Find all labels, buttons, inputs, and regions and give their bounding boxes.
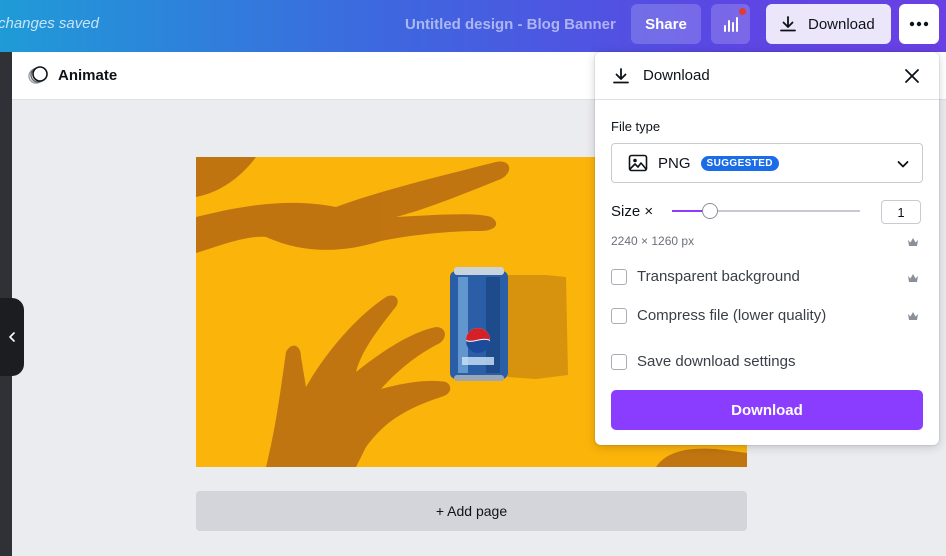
option-label: Save download settings <box>637 353 796 370</box>
animate-label: Animate <box>58 66 118 84</box>
chevron-down-icon <box>897 161 909 168</box>
dimensions-text: 2240 × 1260 px <box>611 234 695 248</box>
file-type-value: PNG <box>658 154 691 172</box>
size-slider[interactable] <box>672 203 860 219</box>
size-label: Size × <box>611 203 654 220</box>
more-button[interactable] <box>899 4 939 44</box>
suggested-badge: SUGGESTED <box>700 155 779 171</box>
checkbox[interactable] <box>611 353 627 370</box>
notification-dot <box>739 8 746 15</box>
option-compress-file[interactable]: Compress file (lower quality) <box>611 307 826 324</box>
crown-icon <box>908 238 918 246</box>
download-panel-header: Download <box>595 52 939 100</box>
checkbox[interactable] <box>611 307 627 324</box>
crown-icon <box>908 312 918 320</box>
size-input[interactable]: 1 <box>881 200 921 224</box>
add-page-button[interactable]: + Add page <box>196 491 747 531</box>
share-button[interactable]: Share <box>631 4 701 44</box>
bar-chart-icon <box>723 17 738 32</box>
size-slider-thumb[interactable] <box>701 203 718 219</box>
animate-icon <box>28 66 48 84</box>
option-label: Compress file (lower quality) <box>637 307 827 324</box>
save-status: changes saved <box>0 15 99 32</box>
download-icon <box>613 67 629 83</box>
top-bar: changes saved Untitled design - Blog Ban… <box>0 0 946 52</box>
option-save-settings[interactable]: Save download settings <box>611 353 795 370</box>
animate-button[interactable]: Animate <box>27 65 117 85</box>
file-type-label: File type <box>611 119 661 134</box>
download-top-label: Download <box>808 15 875 33</box>
document-title[interactable]: Untitled design - Blog Banner <box>405 16 616 33</box>
insights-button[interactable] <box>711 4 750 44</box>
crown-icon <box>908 274 918 282</box>
download-icon <box>780 16 796 32</box>
download-panel: Download File type PNG SUGGESTED Size × … <box>595 52 939 445</box>
close-icon[interactable] <box>903 67 921 85</box>
more-icon <box>909 21 929 27</box>
checkbox[interactable] <box>611 268 627 285</box>
collapse-panel-handle[interactable] <box>0 298 24 376</box>
download-button[interactable]: Download <box>611 390 923 430</box>
image-icon <box>628 154 648 172</box>
download-top-button[interactable]: Download <box>766 4 891 44</box>
chevron-left-icon <box>9 332 15 342</box>
download-panel-title: Download <box>643 67 710 84</box>
file-type-select[interactable]: PNG SUGGESTED <box>611 143 923 183</box>
option-transparent-background[interactable]: Transparent background <box>611 268 800 285</box>
option-label: Transparent background <box>637 268 800 285</box>
